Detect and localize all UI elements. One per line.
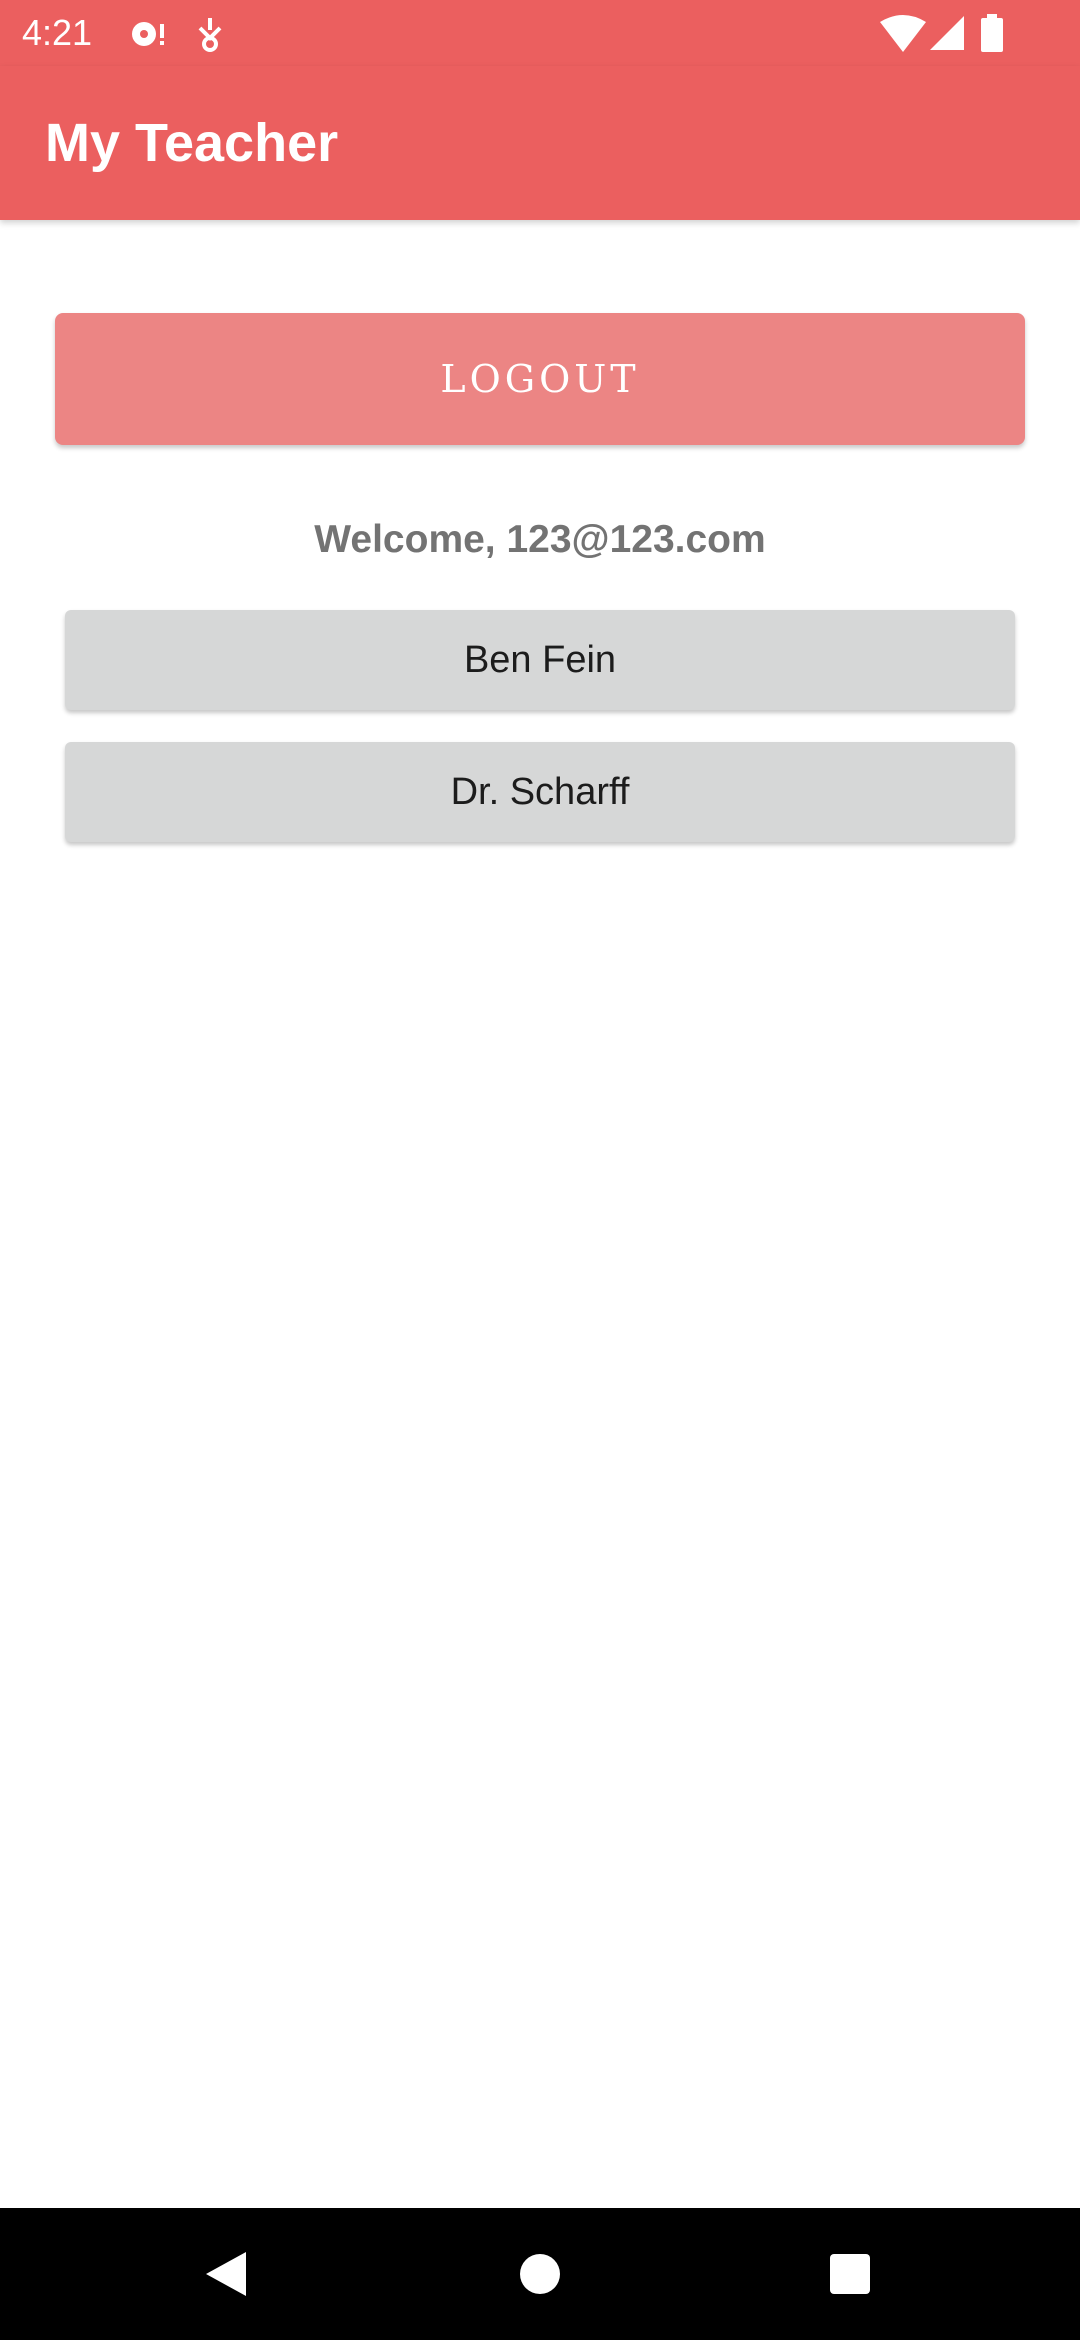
battery-icon <box>980 14 1004 54</box>
status-time: 4:21 <box>22 12 93 53</box>
cellular-signal-icon <box>928 14 966 54</box>
teacher-button-ben-fein[interactable]: Ben Fein <box>65 610 1015 710</box>
back-icon[interactable] <box>166 2208 286 2340</box>
download-notification-icon <box>190 14 230 54</box>
app-title: My Teacher <box>45 113 339 173</box>
recents-icon[interactable] <box>790 2208 910 2340</box>
status-bar: 4:21 <box>0 0 1080 66</box>
home-icon[interactable] <box>480 2208 600 2340</box>
teacher-button-dr-scharff[interactable]: Dr. Scharff <box>65 742 1015 842</box>
welcome-text: Welcome, 123@123.com <box>314 518 766 561</box>
logout-button[interactable]: LOGOUT <box>55 313 1025 445</box>
navigation-bar <box>0 2208 1080 2340</box>
wifi-icon <box>880 14 926 54</box>
app-bar: My Teacher <box>0 66 1080 220</box>
podcast-notification-icon <box>128 14 168 54</box>
